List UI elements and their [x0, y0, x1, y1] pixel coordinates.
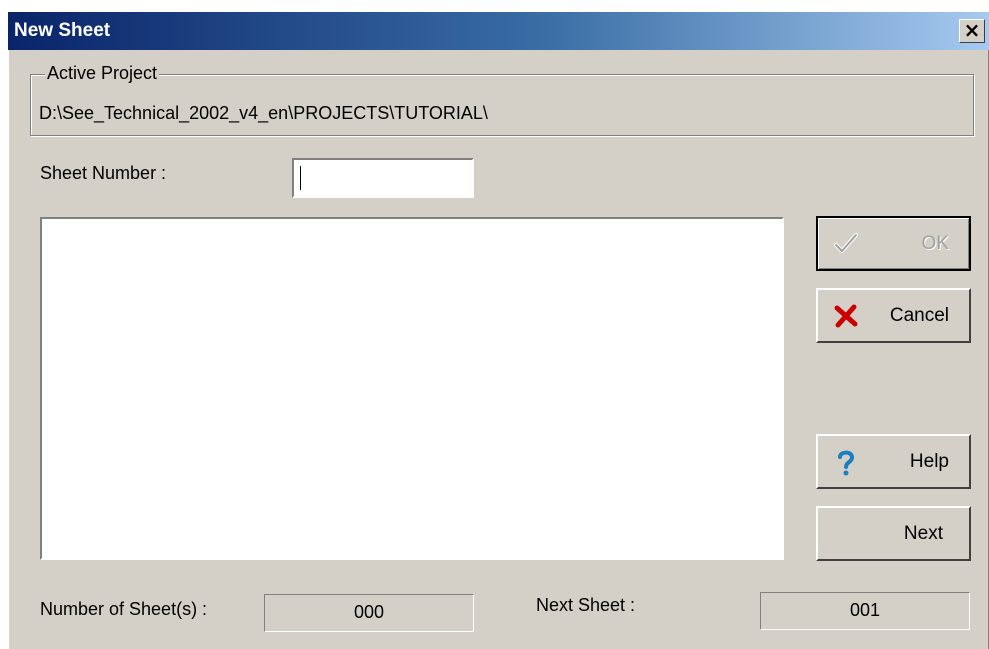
- red-x-icon: [834, 304, 858, 327]
- new-sheet-dialog: New Sheet × Active Project D:\See_Techni…: [8, 12, 989, 649]
- sheet-number-input[interactable]: [292, 158, 474, 198]
- help-button[interactable]: Help: [816, 434, 971, 489]
- cancel-button-label: Cancel: [889, 304, 949, 326]
- window-title: New Sheet: [14, 20, 111, 41]
- next-button-label: Next: [903, 522, 943, 544]
- question-mark-icon: [838, 450, 854, 475]
- next-button[interactable]: Next: [816, 506, 971, 561]
- next-sheet-label: Next Sheet :: [536, 595, 636, 615]
- sheet-count-field: 000: [264, 594, 474, 632]
- active-project-group: Active Project D:\See_Technical_2002_v4_…: [30, 63, 974, 136]
- title-bar[interactable]: New Sheet ×: [8, 12, 989, 50]
- text-caret: [300, 166, 301, 190]
- checkmark-icon: [834, 232, 858, 253]
- close-icon: ×: [963, 18, 981, 42]
- active-project-path: D:\See_Technical_2002_v4_en\PROJECTS\TUT…: [39, 103, 488, 123]
- close-button[interactable]: ×: [959, 19, 985, 43]
- help-button-label: Help: [909, 450, 949, 472]
- active-project-legend: Active Project: [45, 63, 160, 84]
- cancel-button[interactable]: Cancel: [816, 288, 971, 343]
- sheet-count-label: Number of Sheet(s) :: [40, 599, 208, 619]
- sheet-list-box[interactable]: [40, 217, 784, 560]
- next-sheet-field: 001: [760, 592, 970, 630]
- ok-button-label: OK: [921, 232, 949, 254]
- ok-button[interactable]: OK: [816, 216, 971, 271]
- sheet-number-label: Sheet Number :: [40, 163, 167, 183]
